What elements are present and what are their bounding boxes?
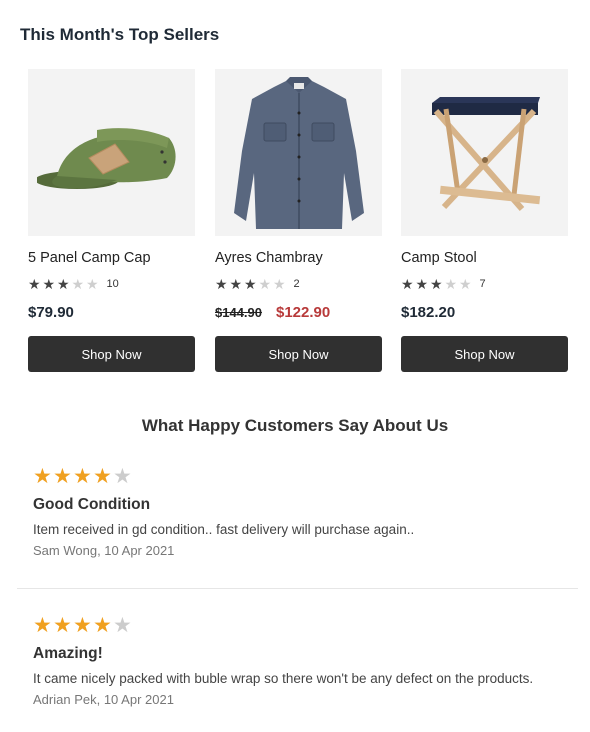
review-card: ★ ★ ★ ★ ★ Good Condition Item received in gd… (33, 465, 573, 559)
empty-star-icon: ★ (71, 276, 85, 292)
filled-star-icon: ★ (53, 465, 72, 488)
filled-star-icon: ★ (415, 276, 429, 292)
review-card: ★ ★ ★ ★ ★ Amazing! It came nicely packed wit… (33, 614, 573, 708)
top-sellers-title: This Month's Top Sellers (20, 25, 220, 44)
filled-star-icon: ★ (33, 614, 52, 637)
empty-star-icon: ★ (258, 276, 272, 292)
empty-star-icon: ★ (86, 276, 99, 292)
product-card: Ayres Chambray ★ ★ ★ ★ ★ 2 $144.90 $122.90 Sh… (215, 69, 382, 372)
price-row: $182.20 (401, 304, 568, 324)
review-count: 7 (479, 278, 486, 290)
review-title: Good Condition (33, 496, 151, 513)
review-divider (17, 588, 578, 589)
shop-now-button[interactable]: Shop Now (215, 336, 382, 372)
chambray-shirt-icon (233, 76, 364, 229)
filled-star-icon: ★ (215, 276, 228, 292)
product-card: 5 Panel Camp Cap ★ ★ ★ ★ ★ 10 $79.90 Shop Now (28, 69, 195, 372)
filled-star-icon: ★ (73, 465, 92, 488)
review-author-date: Adrian Pek, 10 Apr 2021 (33, 692, 174, 707)
product-image-chambray[interactable] (215, 69, 382, 236)
filled-star-icon: ★ (244, 276, 257, 292)
product-image-camp-cap[interactable] (28, 69, 195, 236)
filled-star-icon: ★ (401, 276, 414, 292)
shop-now-button[interactable]: Shop Now (28, 336, 195, 372)
filled-star-icon: ★ (33, 465, 52, 488)
review-author-date: Sam Wong, 10 Apr 2021 (33, 543, 175, 558)
empty-star-icon: ★ (459, 276, 472, 292)
filled-star-icon: ★ (42, 276, 56, 292)
review-count: 10 (106, 278, 119, 290)
filled-star-icon: ★ (430, 276, 443, 292)
empty-star-icon: ★ (273, 276, 286, 292)
product-price: $79.90 (28, 304, 74, 321)
filled-star-icon: ★ (28, 276, 41, 292)
review-count: 2 (293, 278, 300, 290)
shop-now-button[interactable]: Shop Now (401, 336, 568, 372)
product-card: Camp Stool ★ ★ ★ ★ ★ 7 $182.20 Shop Now (401, 69, 568, 372)
review-body: Item received in gd condition.. fast del… (33, 522, 415, 537)
filled-star-icon: ★ (93, 465, 112, 488)
price-row: $144.90 $122.90 (215, 304, 382, 324)
product-rating: ★ ★ ★ ★ ★ 7 (401, 277, 568, 291)
sale-price: $122.90 (276, 304, 331, 321)
empty-star-icon: ★ (113, 465, 132, 488)
empty-star-icon: ★ (113, 614, 132, 637)
product-name[interactable]: 5 Panel Camp Cap (28, 250, 195, 268)
product-rating: ★ ★ ★ ★ ★ 2 (215, 277, 382, 291)
review-rating: ★ ★ ★ ★ ★ (33, 465, 573, 489)
product-name[interactable]: Ayres Chambray (215, 250, 382, 268)
review-body: It came nicely packed with buble wrap so… (33, 671, 534, 686)
product-name[interactable]: Camp Stool (401, 250, 568, 268)
filled-star-icon: ★ (57, 276, 70, 292)
filled-star-icon: ★ (53, 614, 72, 637)
product-image-camp-stool[interactable] (401, 69, 568, 236)
filled-star-icon: ★ (73, 614, 92, 637)
price-row: $79.90 (28, 304, 195, 324)
product-rating: ★ ★ ★ ★ ★ 10 (28, 277, 195, 291)
product-grid: 5 Panel Camp Cap ★ ★ ★ ★ ★ 10 $79.90 Shop Now (28, 69, 568, 374)
product-price: $182.20 (401, 304, 456, 321)
review-rating: ★ ★ ★ ★ ★ (33, 614, 573, 638)
review-title: Amazing! (33, 645, 103, 662)
camp-stool-icon (431, 96, 540, 211)
original-price: $144.90 (215, 305, 262, 320)
filled-star-icon: ★ (229, 276, 243, 292)
reviews-section-title: What Happy Customers Say About Us (141, 416, 449, 435)
filled-star-icon: ★ (93, 614, 112, 637)
camp-cap-icon (36, 127, 176, 189)
empty-star-icon: ★ (444, 276, 458, 292)
